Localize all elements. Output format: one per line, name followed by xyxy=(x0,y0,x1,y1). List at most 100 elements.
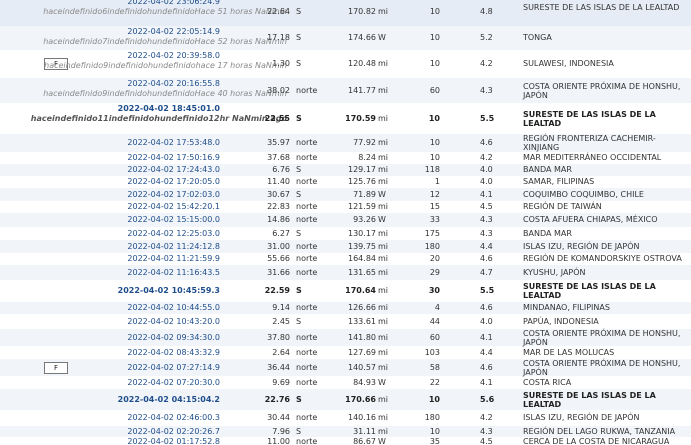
quake-datetime: 2022-04-02 12:25:03.0 xyxy=(127,229,220,238)
depth-km: 10 xyxy=(429,153,440,162)
magnitude: 5.2 xyxy=(480,33,493,42)
quake-time-ago: haceindefinido11indefinidohundefinido12h… xyxy=(30,114,287,123)
magnitude: 5.5 xyxy=(480,286,495,295)
magnitude: 4.5 xyxy=(480,437,493,445)
latitude-dir: norte xyxy=(296,153,318,162)
latitude: 22.59 xyxy=(264,286,290,295)
latitude: 11.00 xyxy=(267,437,290,445)
earthquake-row[interactable]: F 2022-04-02 20:39:58.0 haceindefinido9ind… xyxy=(0,50,691,78)
depth-km: 10 xyxy=(428,395,440,404)
quake-datetime: 2022-04-02 18:45:01.0 xyxy=(117,104,220,113)
longitude: 77.92 xyxy=(353,138,376,147)
earthquake-row[interactable]: 2022-04-02 17:20:05.0 11.40 norte 125.76 mi 1… xyxy=(0,176,691,188)
magnitude: 4.6 xyxy=(480,254,493,263)
longitude: 140.16 xyxy=(348,413,376,422)
latitude-dir: S xyxy=(296,286,302,295)
longitude-dir: W xyxy=(378,437,386,445)
latitude-dir: S xyxy=(296,33,302,42)
earthquake-row[interactable]: 2022-04-02 17:53:48.0 35.97 norte 77.92 mi 10… xyxy=(0,134,691,152)
longitude: 170.64 xyxy=(345,286,376,295)
depth-km: 30 xyxy=(428,286,440,295)
quake-time-ago: haceindefinido7indefinidohundefinidoHace… xyxy=(43,37,287,46)
longitude-dir: mi xyxy=(378,254,389,263)
region-name: REGIÓN DEL LAGO RUKWA, TANZANIA xyxy=(523,427,676,436)
longitude-dir: mi xyxy=(378,114,389,123)
quake-datetime: 2022-04-02 11:24:12.8 xyxy=(127,242,220,251)
latitude: 22.64 xyxy=(267,7,290,16)
earthquake-row[interactable]: 2022-04-02 17:50:16.9 37.68 norte 8.24 mi 10 4… xyxy=(0,152,691,164)
earthquake-row[interactable]: 2022-04-02 01:17:52.8 11.00 norte 86.67 W 35 4… xyxy=(0,437,691,445)
earthquake-row[interactable]: 2022-04-02 17:24:43.0 6.76 S 129.17 mi 118 4.0… xyxy=(0,164,691,176)
magnitude: 4.0 xyxy=(480,177,493,186)
longitude: 84.93 xyxy=(353,378,376,387)
longitude-dir: mi xyxy=(378,268,389,277)
depth-km: 29 xyxy=(429,268,440,277)
earthquake-row[interactable]: 2022-04-02 15:42:20.1 22.83 norte 121.59 mi 1… xyxy=(0,201,691,213)
depth-km: 10 xyxy=(429,59,440,68)
earthquake-row[interactable]: 2022-04-02 09:34:30.0 37.80 norte 141.80 mi 6… xyxy=(0,329,691,347)
longitude: 164.84 xyxy=(348,254,376,263)
earthquake-row[interactable]: 2022-04-02 02:46:00.3 30.44 norte 140.16 mi 1… xyxy=(0,410,691,426)
region-name: SURESTE DE LAS ISLAS DE LA LEALTAD xyxy=(523,3,680,12)
earthquake-row[interactable]: 2022-04-02 18:45:01.0 haceindefinido11ind… xyxy=(0,103,691,134)
latitude: 9.69 xyxy=(272,378,290,387)
earthquake-row[interactable]: 2022-04-02 11:24:12.8 31.00 norte 139.75 mi 1… xyxy=(0,240,691,253)
magnitude: 4.0 xyxy=(480,165,493,174)
earthquake-row[interactable]: 2022-04-02 10:45:59.3 22.59 S 170.64 mi 30 5.5… xyxy=(0,280,691,302)
latitude-dir: S xyxy=(296,59,302,68)
quake-datetime: 2022-04-02 11:16:43.5 xyxy=(127,268,220,277)
longitude: 31.11 xyxy=(353,427,376,436)
latitude-dir: norte xyxy=(296,437,318,445)
longitude: 121.59 xyxy=(348,202,376,211)
depth-km: 15 xyxy=(429,202,440,211)
depth-km: 60 xyxy=(429,86,440,95)
longitude: 141.80 xyxy=(348,333,376,342)
earthquake-row[interactable]: 2022-04-02 17:02:03.0 30.67 S 71.89 W 12 4.1 CO… xyxy=(0,188,691,201)
latitude-dir: norte xyxy=(296,254,318,263)
depth-km: 180 xyxy=(424,413,440,422)
latitude-dir: norte xyxy=(296,215,318,224)
earthquake-row[interactable]: 2022-04-02 10:44:55.0 9.14 norte 126.66 mi 4 4… xyxy=(0,302,691,314)
depth-km: 60 xyxy=(429,333,440,342)
earthquake-row[interactable]: 2022-04-02 02:20:26.7 7.96 S 31.11 mi 10 4.3 RE… xyxy=(0,426,691,437)
earthquake-row[interactable]: 2022-04-02 11:21:59.9 55.66 norte 164.84 mi 2… xyxy=(0,253,691,265)
region-name: TONGA xyxy=(523,33,552,42)
earthquake-row[interactable]: 2022-04-02 12:25:03.0 6.27 S 130.17 mi 175 4.3… xyxy=(0,227,691,240)
latitude: 37.68 xyxy=(267,153,290,162)
latitude-dir: norte xyxy=(296,202,318,211)
latitude: 6.76 xyxy=(272,165,290,174)
earthquake-row[interactable]: 2022-04-02 07:20:30.0 9.69 norte 84.93 W 22 4.… xyxy=(0,376,691,389)
longitude: 8.24 xyxy=(358,153,376,162)
longitude: 93.26 xyxy=(353,215,376,224)
earthquake-row[interactable]: 2022-04-02 11:16:43.5 31.66 norte 131.65 mi 2… xyxy=(0,265,691,280)
latitude-dir: norte xyxy=(296,333,318,342)
magnitude: 4.1 xyxy=(480,378,493,387)
longitude: 140.57 xyxy=(348,363,376,372)
earthquake-row[interactable]: 2022-04-02 23:06:24.9 haceindefinido6inde… xyxy=(0,0,691,27)
longitude: 131.65 xyxy=(348,268,376,277)
quake-datetime: 2022-04-02 07:20:30.0 xyxy=(127,378,220,387)
earthquake-row[interactable]: 2022-04-02 20:16:55.8 haceindefinido9inde… xyxy=(0,78,691,103)
latitude: 30.67 xyxy=(267,190,290,199)
earthquake-row[interactable]: 2022-04-02 22:05:14.9 haceindefinido7inde… xyxy=(0,26,691,50)
latitude: 2.64 xyxy=(272,348,290,357)
earthquake-row[interactable]: 2022-04-02 15:15:00.0 14.86 norte 93.26 W 33 4… xyxy=(0,213,691,227)
earthquake-row[interactable]: 2022-04-02 10:43:20.0 2.45 S 133.61 mi 44 4.0 P… xyxy=(0,314,691,329)
earthquake-row[interactable]: 2022-04-02 04:15:04.2 22.76 S 170.66 mi 10 5.6… xyxy=(0,389,691,410)
longitude-dir: mi xyxy=(378,165,389,174)
magnitude: 4.5 xyxy=(480,202,493,211)
longitude-dir: mi xyxy=(378,303,389,312)
region-name: REGIÓN DE KOMANDORSKIYE OSTROVA xyxy=(523,254,682,263)
region-name: KYUSHU, JAPÓN xyxy=(523,268,586,277)
magnitude: 4.8 xyxy=(480,7,493,16)
latitude: 9.14 xyxy=(272,303,290,312)
earthquake-row[interactable]: 2022-04-02 08:43:32.9 2.64 norte 127.69 mi 10… xyxy=(0,346,691,359)
longitude: 174.66 xyxy=(348,33,376,42)
latitude-dir: norte xyxy=(296,177,318,186)
earthquake-row[interactable]: F 2022-04-02 07:27:14.9 36.44 norte 140.57 mi… xyxy=(0,359,691,377)
latitude: 17.18 xyxy=(267,33,290,42)
latitude: 22.83 xyxy=(267,202,290,211)
longitude: 71.89 xyxy=(353,190,376,199)
magnitude: 4.3 xyxy=(480,229,493,238)
longitude: 120.48 xyxy=(348,59,376,68)
